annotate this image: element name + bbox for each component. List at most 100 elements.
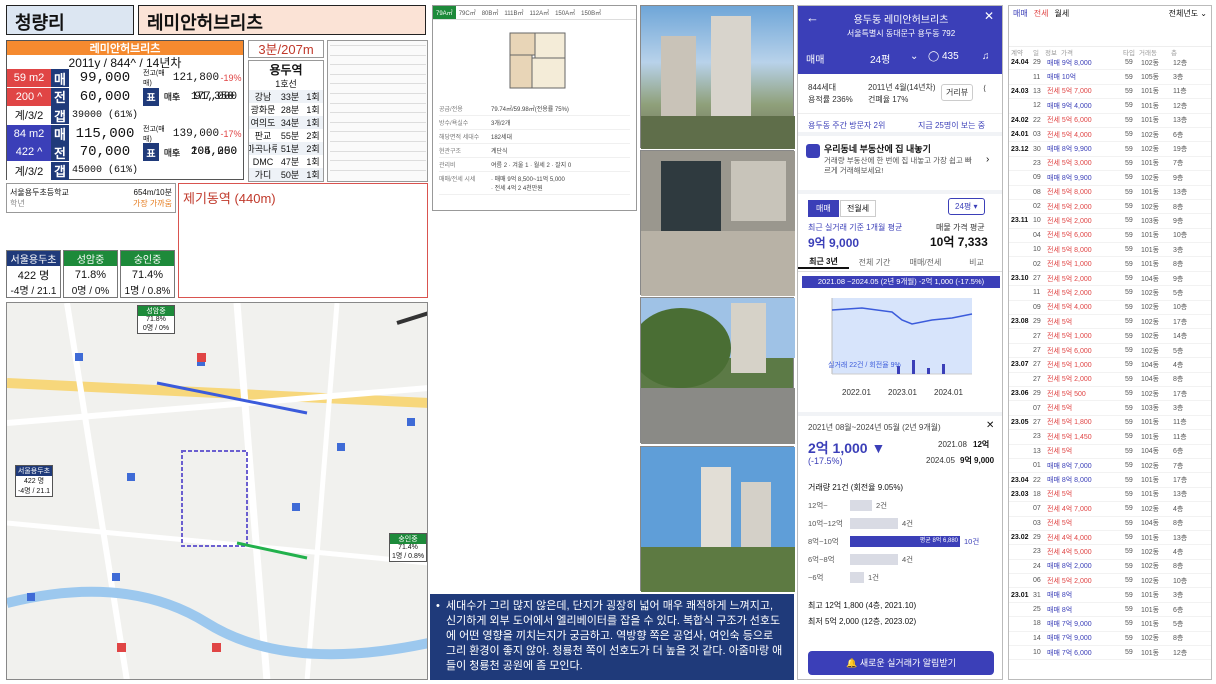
trade-row[interactable]: 01 매매 8억 7,000 59 102동 7층 (1009, 459, 1211, 474)
trade-row[interactable]: 23.01 31 매매 8억 59 101동 3층 (1009, 588, 1211, 603)
trade-month: 23.07 (1011, 361, 1029, 369)
map[interactable]: 성암중 71.8% 0명 / 0% 서울용두초 422 명 -4명 / 21.1 숭인중 71… (6, 302, 428, 680)
comment-icon[interactable]: ◯ (928, 51, 939, 62)
close-detail-icon[interactable]: ✕ (986, 420, 994, 431)
trade-row[interactable]: 25 매매 8억 59 101동 6층 (1009, 603, 1211, 618)
street-view-button[interactable]: 거리뷰 (941, 84, 974, 101)
trade-row[interactable]: 24.02 22 전세 5억 6,000 59 101동 13층 (1009, 114, 1211, 128)
trade-row[interactable]: 10 전세 5억 8,000 59 101동 3층 (1009, 243, 1211, 258)
school-stat-card: 서울용두초 422 명 -4명 / 21.1 (6, 250, 61, 298)
trade-row[interactable]: 14 매매 7억 9,000 59 102동 8층 (1009, 632, 1211, 647)
trade-row[interactable]: 23.11 10 전세 5억 2,000 59 103동 9층 (1009, 214, 1211, 229)
trade-tab-sale[interactable]: 매매 (1013, 8, 1028, 19)
visitor-link[interactable]: 지금 25명이 보는 중 (918, 120, 985, 131)
tab-size[interactable]: 24평 (870, 51, 890, 66)
trade-row[interactable]: 04 전세 5억 6,000 59 101동 10층 (1009, 229, 1211, 244)
map-school-label[interactable]: 서울용두초 422 명 -4명 / 21.1 (15, 465, 53, 497)
floorplan-tab[interactable]: 111B㎡ (501, 6, 526, 19)
trade-type: 59 (1125, 548, 1133, 556)
trade-row[interactable]: 09 매매 8억 9,900 59 102동 9층 (1009, 171, 1211, 186)
chevron-right-icon[interactable]: › (986, 154, 989, 165)
trade-row[interactable]: 13 전세 5억 59 104동 6층 (1009, 445, 1211, 459)
trade-row[interactable]: 23.07 27 전세 5억 1,000 59 104동 4층 (1009, 358, 1211, 373)
trade-row[interactable]: 07 전세 5억 59 103동 3층 (1009, 401, 1211, 416)
trade-row[interactable]: 24.04 29 매매 9억 8,000 59 102동 12층 (1009, 56, 1211, 71)
share-icon[interactable]: ⟨ (983, 84, 986, 93)
trade-row[interactable]: 11 전세 5억 2,000 59 102동 5층 (1009, 286, 1211, 301)
trade-row[interactable]: 18 매매 7억 9,000 59 101동 5층 (1009, 617, 1211, 632)
row-pct: -17% (220, 128, 242, 139)
size-select[interactable]: 24평 ▾ (948, 198, 985, 215)
trade-price: 매매 8억 7,000 (1047, 462, 1092, 470)
trade-day: 02 (1033, 260, 1041, 268)
chart-tab[interactable]: 최근 3년 (798, 256, 849, 269)
trade-row[interactable]: 23.05 27 전세 5억 1,800 59 101동 11층 (1009, 416, 1211, 431)
floorplan-info-val: 79.74㎡/59.98㎡(전용률 75%) (491, 107, 569, 113)
trade-building: 101동 (1141, 117, 1160, 125)
trade-row[interactable]: 23.12 30 매매 8억 9,900 59 102동 19층 (1009, 142, 1211, 157)
trade-col-head: 일 (1033, 49, 1039, 57)
trade-row[interactable]: 23.03 18 전세 5억 59 101동 13층 (1009, 488, 1211, 503)
trade-row[interactable]: 27 전세 5억 6,000 59 102동 5층 (1009, 344, 1211, 359)
price-alert-button[interactable]: 🔔 새로운 실거래가 알림받기 (808, 651, 994, 675)
trade-day: 09 (1033, 174, 1041, 182)
row-sub-val: 177,000 (190, 90, 238, 103)
floorplan-tab[interactable]: 150B㎡ (578, 6, 604, 19)
chevron-down-icon[interactable]: ⌄ (910, 51, 918, 62)
trade-row[interactable]: 09 전세 5억 4,000 59 102동 10층 (1009, 301, 1211, 316)
map-school-label[interactable]: 성암중 71.8% 0명 / 0% (137, 305, 175, 334)
map-school-label[interactable]: 숭인중 71.4% 1명 / 0.8% (389, 533, 427, 562)
trade-row[interactable]: 23.08 29 전세 5억 59 102동 17층 (1009, 315, 1211, 330)
trade-row[interactable]: 23.04 22 매매 8억 8,000 59 101동 17층 (1009, 473, 1211, 488)
trade-floor: 19층 (1173, 146, 1188, 154)
trade-row[interactable]: 23 전세 5억 1,450 59 101동 11층 (1009, 430, 1211, 445)
chart-tab[interactable]: 매매/전세 (900, 257, 951, 268)
trade-building: 103동 (1141, 217, 1160, 225)
deal-tab-rent[interactable]: 전월세 (840, 200, 877, 217)
chart-tab[interactable]: 전체 기간 (849, 257, 900, 268)
trade-floor: 10층 (1173, 304, 1188, 312)
trade-day: 06 (1033, 577, 1041, 585)
trade-row[interactable]: 03 전세 5억 59 104동 8층 (1009, 517, 1211, 531)
trade-row[interactable]: 24 매매 8억 2,000 59 102동 8층 (1009, 560, 1211, 575)
chart-tab[interactable]: 비교 (951, 257, 1002, 268)
trade-day: 09 (1033, 303, 1041, 311)
trade-building: 102동 (1141, 174, 1160, 182)
floorplan-tab[interactable]: 79C㎡ (456, 6, 479, 19)
floorplan-info-val: 여름 2 · 겨울 1 · 월세 2 · 잘지 0 (491, 163, 572, 169)
trade-row[interactable]: 24.03 13 전세 5억 7,000 59 101동 11층 (1009, 85, 1211, 100)
tab-sale[interactable]: 매매 (806, 51, 824, 66)
year-filter[interactable]: 전체년도 ⌄ (1169, 8, 1207, 19)
trade-tab-jeonse[interactable]: 전세 (1034, 8, 1049, 19)
floorplan-tab[interactable]: 79A㎡ (433, 6, 456, 19)
trade-row[interactable]: 06 전세 5억 2,000 59 102동 10층 (1009, 574, 1211, 589)
trade-row[interactable]: 11 매매 10억 59 105동 3층 (1009, 70, 1211, 85)
floorplan-tab[interactable]: 112A㎡ (527, 6, 553, 19)
trade-row[interactable]: 23.06 29 전세 5억 500 59 102동 17층 (1009, 387, 1211, 402)
trade-tab-monthly[interactable]: 월세 (1054, 8, 1069, 19)
trade-row[interactable]: 12 매매 9억 4,000 59 101동 12층 (1009, 99, 1211, 114)
trade-type: 59 (1125, 447, 1133, 455)
trade-row[interactable]: 08 전세 5억 8,000 59 101동 13층 (1009, 186, 1211, 200)
trade-row[interactable]: 24.01 03 전세 5억 4,000 59 102동 6층 (1009, 128, 1211, 143)
trade-row[interactable]: 07 전세 4억 7,000 59 102동 4층 (1009, 502, 1211, 517)
stat-bcr: 건폐율 17% (868, 95, 909, 104)
trade-row[interactable]: 23 전세 5억 3,000 59 101동 7층 (1009, 157, 1211, 172)
floorplan-tab[interactable]: 80B㎡ (479, 6, 502, 19)
bell-icon[interactable]: ♫ (982, 51, 990, 62)
trade-row[interactable]: 10 매매 7억 6,000 59 101동 12층 (1009, 646, 1211, 661)
trade-row[interactable]: 23 전세 4억 5,000 59 102동 4층 (1009, 545, 1211, 560)
trade-row[interactable]: 23.10 27 전세 5억 2,000 59 104동 9층 (1009, 272, 1211, 287)
trade-row[interactable]: 27 전세 5억 1,000 59 102동 14층 (1009, 329, 1211, 344)
school-sub: 학년 (10, 199, 25, 208)
station-line: 1호선 (275, 79, 297, 89)
deal-tab-sale[interactable]: 매매 (808, 200, 839, 217)
trade-row[interactable]: 23.02 29 전세 4억 4,000 59 101동 13층 (1009, 531, 1211, 546)
floorplan-tab[interactable]: 150A㎡ (552, 6, 578, 19)
close-icon[interactable]: ✕ (984, 9, 994, 23)
trade-row[interactable]: 02 전세 5억 2,000 59 102동 8층 (1009, 200, 1211, 215)
station-time: 28분 (277, 103, 303, 116)
trade-day: 11 (1033, 289, 1041, 297)
trade-row[interactable]: 27 전세 5억 2,000 59 104동 8층 (1009, 373, 1211, 387)
trade-row[interactable]: 02 전세 5억 1,000 59 101동 8층 (1009, 257, 1211, 272)
